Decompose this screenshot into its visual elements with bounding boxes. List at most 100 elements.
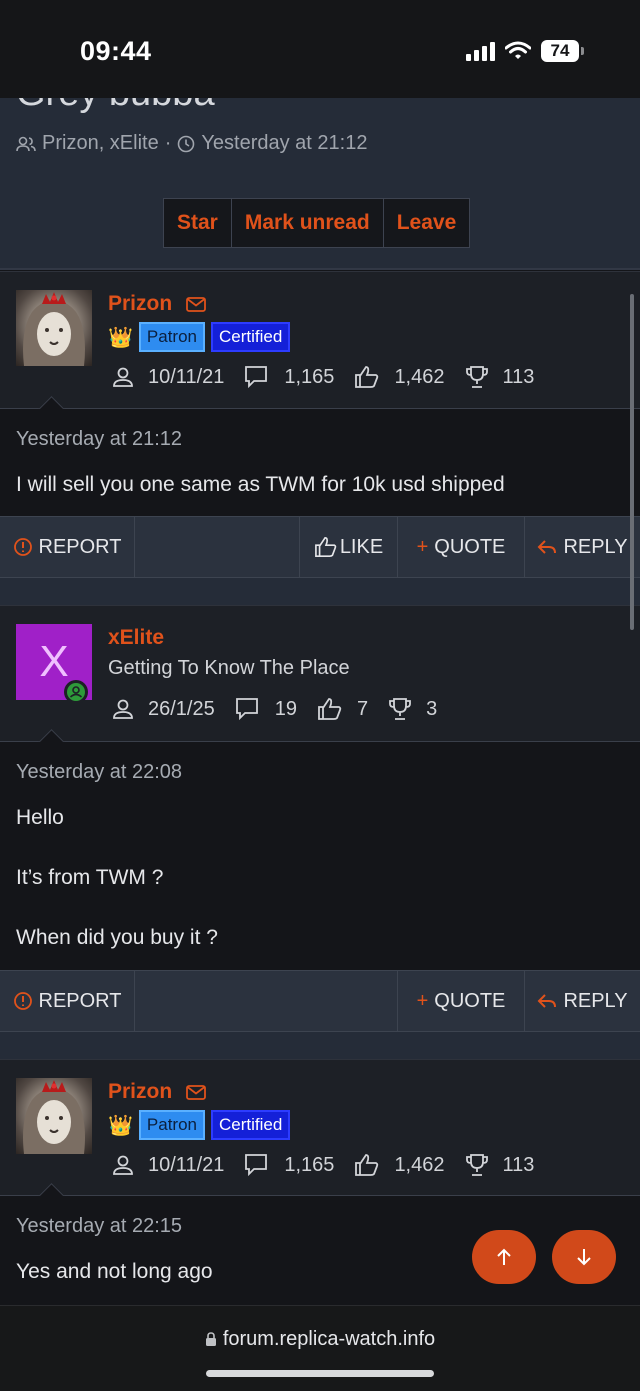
post-1-action-bar: REPORT LIKE + QUOTE REPLY [0, 516, 640, 578]
report-label: REPORT [38, 989, 122, 1012]
post-date[interactable]: Yesterday at 21:12 [16, 428, 182, 451]
user-icon [113, 1155, 133, 1175]
messages-icon [245, 1154, 268, 1177]
user-badges: 👑 Patron Certified [108, 322, 291, 352]
like-button[interactable]: LIKE [300, 517, 398, 577]
user-title: Getting To Know The Place [108, 657, 350, 679]
envelope-icon[interactable] [186, 297, 206, 312]
action-spacer [135, 517, 300, 577]
post-3-user-block: Prizon 👑 Patron Certified 10/11/21 1,165… [0, 1059, 640, 1196]
user-stats: 26/1/25 19 7 3 [112, 697, 457, 721]
mark-unread-button[interactable]: Mark unread [231, 199, 384, 247]
post-date[interactable]: Yesterday at 22:08 [16, 761, 182, 784]
report-button[interactable]: REPORT [0, 517, 135, 577]
scroll-to-top-button[interactable] [472, 1230, 536, 1284]
trophy-points: 3 [426, 697, 438, 720]
reply-label: REPLY [563, 989, 628, 1012]
post-2-user-block: X xElite Getting To Know The Place 26/1/… [0, 605, 640, 742]
reply-icon [538, 994, 557, 1008]
post-separator [0, 578, 640, 605]
trophy-points: 113 [502, 365, 535, 388]
patron-badge: Patron [138, 322, 205, 352]
joined-date: 26/1/25 [148, 697, 215, 720]
thread-participants[interactable]: Prizon, xElite [42, 132, 159, 155]
username[interactable]: Prizon [108, 1080, 206, 1104]
thumbs-up-icon [355, 366, 379, 388]
battery-level: 74 [541, 40, 579, 62]
scrollbar[interactable] [630, 294, 634, 630]
lock-icon [205, 1332, 216, 1346]
report-label: REPORT [38, 535, 122, 558]
envelope-icon[interactable] [186, 1085, 206, 1100]
online-status-icon [64, 680, 88, 704]
joined-date: 10/11/21 [148, 365, 225, 388]
leave-button[interactable]: Leave [383, 199, 470, 247]
quote-button[interactable]: + QUOTE [398, 971, 525, 1031]
lion-avatar-image [23, 292, 85, 366]
plus-icon: + [416, 989, 429, 1012]
quote-button[interactable]: + QUOTE [398, 517, 525, 577]
post-2-action-bar: REPORT + QUOTE REPLY [0, 970, 640, 1032]
status-bar: 09:44 74 [0, 0, 640, 98]
wifi-icon [505, 41, 531, 59]
arrow-up-icon [497, 1248, 511, 1265]
thumbs-up-icon [318, 698, 342, 720]
url-text: forum.replica-watch.info [222, 1328, 436, 1350]
patron-badge: Patron [138, 1110, 205, 1140]
username-text[interactable]: Prizon [108, 292, 172, 315]
reply-button[interactable]: REPLY [525, 517, 640, 577]
star-button[interactable]: Star [164, 199, 232, 247]
user-badges: 👑 Patron Certified [108, 1110, 291, 1140]
post-pointer [38, 396, 66, 410]
report-icon [13, 992, 32, 1010]
trophy-points: 113 [502, 1153, 535, 1176]
cellular-signal-icon [466, 41, 495, 61]
user-icon [113, 699, 133, 719]
browser-bottom-bar: forum.replica-watch.info [0, 1305, 640, 1391]
post-pointer [38, 729, 66, 743]
thread-header: Grey bubba Prizon, xElite · Yesterday at… [0, 98, 640, 270]
user-icon [113, 367, 133, 387]
thread-date: Yesterday at 21:12 [201, 132, 368, 154]
trophy-icon [465, 1154, 488, 1176]
thread-actions: Star Mark unread Leave [163, 198, 471, 248]
reply-label: REPLY [563, 535, 628, 558]
post-separator [0, 1032, 640, 1059]
username[interactable]: xElite [108, 626, 164, 650]
status-time: 09:44 [80, 36, 152, 66]
home-indicator[interactable] [206, 1370, 434, 1377]
thread-title: Grey bubba [16, 98, 215, 115]
post-message: Yes and not long ago [16, 1260, 213, 1283]
address-bar[interactable]: forum.replica-watch.info [0, 1328, 640, 1351]
message-count: 1,165 [284, 1153, 335, 1176]
post-1-body: Yesterday at 21:12 I will sell you one s… [0, 409, 640, 517]
quote-label: QUOTE [434, 989, 506, 1012]
post-1-user-block: Prizon 👑 Patron Certified 10/11/21 1,165… [0, 271, 640, 409]
user-stats: 10/11/21 1,165 1,462 113 [112, 365, 554, 389]
like-label: LIKE [339, 535, 384, 558]
avatar[interactable] [16, 1078, 92, 1154]
report-button[interactable]: REPORT [0, 971, 135, 1031]
scroll-to-bottom-button[interactable] [552, 1230, 616, 1284]
username-text[interactable]: xElite [108, 626, 164, 649]
post-message-line-1: Hello [16, 806, 64, 829]
quote-label: QUOTE [434, 535, 506, 558]
username[interactable]: Prizon [108, 292, 206, 316]
certified-badge: Certified [211, 1110, 291, 1140]
username-text[interactable]: Prizon [108, 1080, 172, 1103]
post-date[interactable]: Yesterday at 22:15 [16, 1215, 182, 1238]
post-3-body: Yesterday at 22:15 Yes and not long ago [0, 1196, 640, 1305]
post-2-body: Yesterday at 22:08 Hello It’s from TWM ?… [0, 742, 640, 970]
user-stats: 10/11/21 1,165 1,462 113 [112, 1153, 554, 1177]
trophy-icon [465, 366, 488, 388]
avatar[interactable] [16, 290, 92, 366]
post-message-line-3: When did you buy it ? [16, 926, 218, 949]
messages-icon [245, 366, 268, 389]
thumbs-up-icon [314, 537, 337, 557]
report-icon [13, 538, 32, 556]
status-icons: 74 [466, 40, 584, 62]
certified-badge: Certified [211, 322, 291, 352]
crown-icon: 👑 [108, 1114, 133, 1137]
meta-separator: · [164, 132, 172, 154]
reply-button[interactable]: REPLY [525, 971, 640, 1031]
